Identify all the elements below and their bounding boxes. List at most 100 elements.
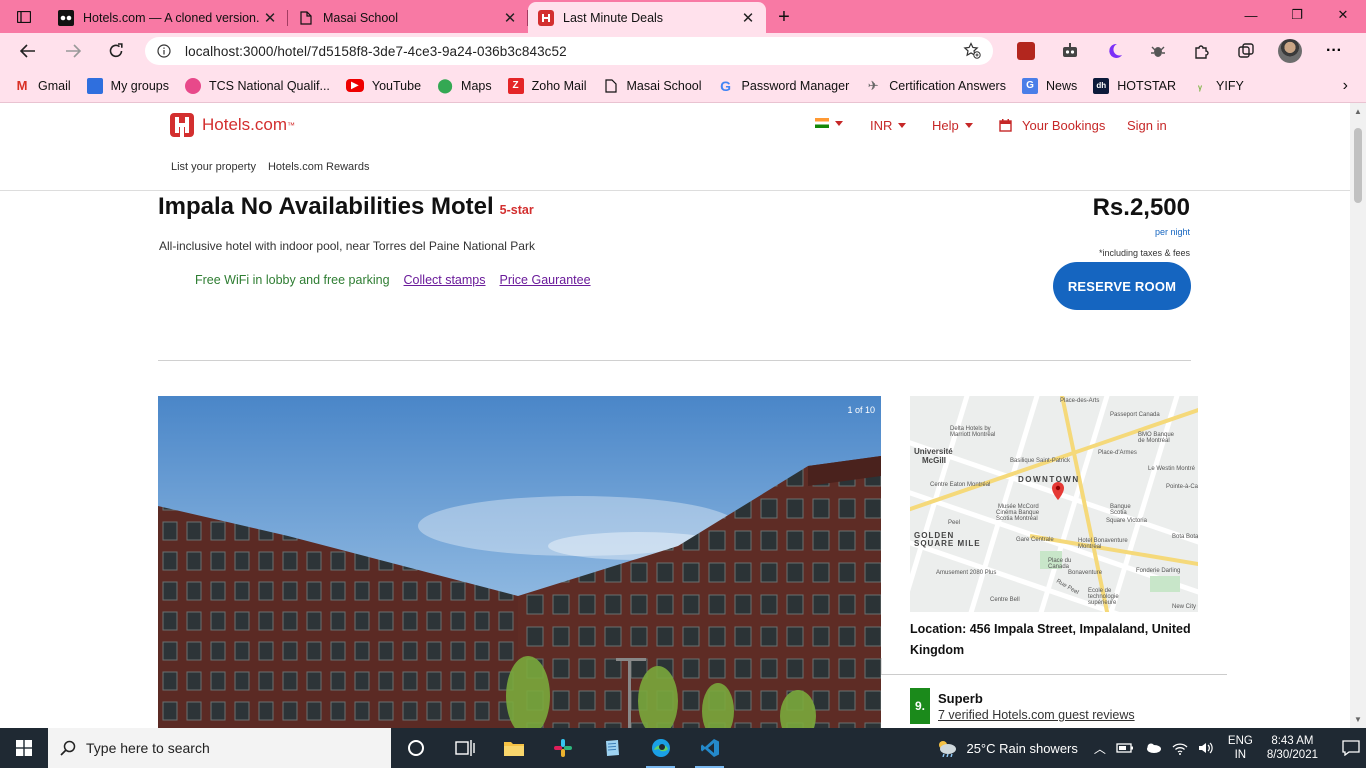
your-bookings-link[interactable]: Your Bookings <box>999 118 1105 133</box>
cortana-button[interactable] <box>391 728 440 768</box>
bookmark-certification-answers[interactable]: ✈ Certification Answers <box>865 78 1006 94</box>
close-tab-icon[interactable]: ✕ <box>740 9 756 27</box>
notifications-button[interactable] <box>1336 740 1366 756</box>
scroll-down-arrow-icon[interactable]: ▼ <box>1354 715 1362 724</box>
svg-text:New City Gas: New City Gas <box>1172 604 1198 610</box>
extensions-button[interactable] <box>1180 33 1224 69</box>
back-button[interactable] <box>8 33 48 69</box>
sign-in-link[interactable]: Sign in <box>1127 118 1167 133</box>
minimize-button[interactable]: — <box>1228 0 1274 30</box>
more-bookmarks-chevron-icon[interactable]: › <box>1343 77 1348 95</box>
edge-browser-icon <box>651 739 670 757</box>
refresh-button[interactable] <box>96 33 136 69</box>
hotels-favicon-icon <box>538 9 554 26</box>
close-window-button[interactable]: ✕ <box>1320 0 1366 30</box>
extension-button[interactable] <box>1048 33 1092 69</box>
list-your-property-link[interactable]: List your property <box>171 161 256 173</box>
page-scrollbar[interactable]: ▲ ▼ <box>1350 103 1366 728</box>
file-explorer-button[interactable] <box>489 728 538 768</box>
info-icon[interactable] <box>157 44 171 58</box>
extension-button[interactable] <box>1136 33 1180 69</box>
guest-reviews-link[interactable]: 7 verified Hotels.com guest reviews <box>938 708 1135 722</box>
rewards-link[interactable]: Hotels.com Rewards <box>268 161 369 173</box>
scroll-up-arrow-icon[interactable]: ▲ <box>1354 107 1362 116</box>
bookmark-tcs[interactable]: TCS National Qualif... <box>185 77 330 94</box>
new-tab-button[interactable]: + <box>766 2 802 33</box>
location-map[interactable]: Place-des-Arts Université McGill DOWNTOW… <box>910 396 1198 612</box>
volume-icon[interactable] <box>1198 741 1214 755</box>
collections-button[interactable] <box>1224 33 1268 69</box>
url-text[interactable]: localhost:3000/hotel/7d5158f8-3de7-4ce3-… <box>185 44 567 59</box>
page-viewport: Hotels.com ™ INR Help Your Bookings Sign … <box>0 103 1350 728</box>
extension-button[interactable] <box>1092 33 1136 69</box>
bookmark-password-manager[interactable]: G Password Manager <box>718 78 850 94</box>
scrollbar-thumb[interactable] <box>1354 128 1362 203</box>
tab-masai-school[interactable]: Masai School ✕ <box>288 2 528 33</box>
help-menu[interactable]: Help <box>932 118 973 133</box>
windows-taskbar: Type here to search 25°C Rain showers ︿ … <box>0 728 1366 768</box>
hotels-logo[interactable]: Hotels.com ™ <box>170 113 295 137</box>
tab-last-minute-deals[interactable]: Last Minute Deals ✕ <box>528 2 766 33</box>
bookmark-news[interactable]: G News <box>1021 77 1077 94</box>
clock[interactable]: 8:43 AM 8/30/2021 <box>1267 734 1318 762</box>
wifi-icon[interactable] <box>1172 741 1188 755</box>
tab-actions-button[interactable] <box>0 0 48 33</box>
currency-selector[interactable]: INR <box>870 118 907 133</box>
start-button[interactable] <box>0 728 48 768</box>
bookmark-label: Password Manager <box>741 78 850 93</box>
bookmark-yify[interactable]: ᵧ YIFY <box>1192 78 1244 94</box>
battery-icon[interactable] <box>1116 742 1134 754</box>
svg-text:Place-d'Armes: Place-d'Armes <box>1098 450 1137 456</box>
hotel-photo-carousel[interactable]: 1 of 10 <box>158 396 881 728</box>
bookmark-maps[interactable]: ⬤ Maps <box>437 77 491 94</box>
bookmark-hotstar[interactable]: dh HOTSTAR <box>1093 77 1177 94</box>
close-tab-icon[interactable]: ✕ <box>262 9 278 27</box>
settings-menu-button[interactable]: ··· <box>1312 33 1356 69</box>
caret-down-icon <box>835 120 843 126</box>
bookmark-my-groups[interactable]: My groups <box>86 77 169 94</box>
reserve-room-button[interactable]: RESERVE ROOM <box>1053 262 1191 310</box>
show-hidden-icons-chevron-icon[interactable]: ︿ <box>1094 740 1106 757</box>
bookmark-youtube[interactable]: ▶ YouTube <box>345 79 421 93</box>
onedrive-cloud-icon[interactable] <box>1144 742 1162 754</box>
bookmark-gmail[interactable]: M Gmail <box>14 78 71 94</box>
puzzle-icon <box>1195 45 1209 59</box>
per-night-label: per night <box>1154 227 1190 237</box>
bookmark-zoho-mail[interactable]: Z Zoho Mail <box>507 77 587 94</box>
notepad-button[interactable] <box>587 728 636 768</box>
profile-button[interactable] <box>1268 33 1312 69</box>
star-rating: 5-star <box>499 203 534 217</box>
bookmark-masai-school[interactable]: Masai School <box>603 78 702 94</box>
task-view-icon <box>454 740 475 756</box>
taskbar-search-box[interactable]: Type here to search <box>48 728 391 768</box>
forward-button[interactable] <box>53 33 93 69</box>
address-bar[interactable]: localhost:3000/hotel/7d5158f8-3de7-4ce3-… <box>145 37 993 65</box>
svg-text:Scotia: Scotia <box>1110 510 1127 516</box>
price-guarantee-link[interactable]: Price Gaurantee <box>500 273 591 287</box>
gmail-icon: M <box>16 78 28 93</box>
groups-icon <box>86 77 103 94</box>
bookmark-label: HOTSTAR <box>1117 78 1177 93</box>
cortana-circle-icon <box>407 740 424 756</box>
caret-down-icon <box>964 123 973 128</box>
restore-button[interactable]: ❐ <box>1274 0 1320 30</box>
vscode-button[interactable] <box>685 728 734 768</box>
weather-widget[interactable]: 25°C Rain showers <box>936 739 1078 757</box>
edge-button[interactable] <box>636 728 685 768</box>
country-selector[interactable] <box>815 118 843 128</box>
close-tab-icon[interactable]: ✕ <box>502 9 518 27</box>
system-tray: 25°C Rain showers ︿ ENG IN 8:43 AM 8/30/… <box>936 728 1366 768</box>
header-sublinks: List your property Hotels.com Rewards <box>171 161 369 173</box>
slack-button[interactable] <box>538 728 587 768</box>
windows-logo-icon <box>16 740 32 756</box>
favorite-star-icon[interactable] <box>963 42 981 60</box>
svg-text:Bonaventure: Bonaventure <box>1068 570 1103 576</box>
hotels-logo-icon <box>170 113 194 137</box>
extension-button[interactable] <box>1004 33 1048 69</box>
folder-icon <box>503 742 524 756</box>
collect-stamps-link[interactable]: Collect stamps <box>404 273 486 287</box>
bookmark-label: Masai School <box>626 78 702 93</box>
task-view-button[interactable] <box>440 728 489 768</box>
tab-hotels-clone[interactable]: Hotels.com — A cloned version. ✕ <box>48 2 288 33</box>
input-language-indicator[interactable]: ENG IN <box>1228 734 1253 762</box>
